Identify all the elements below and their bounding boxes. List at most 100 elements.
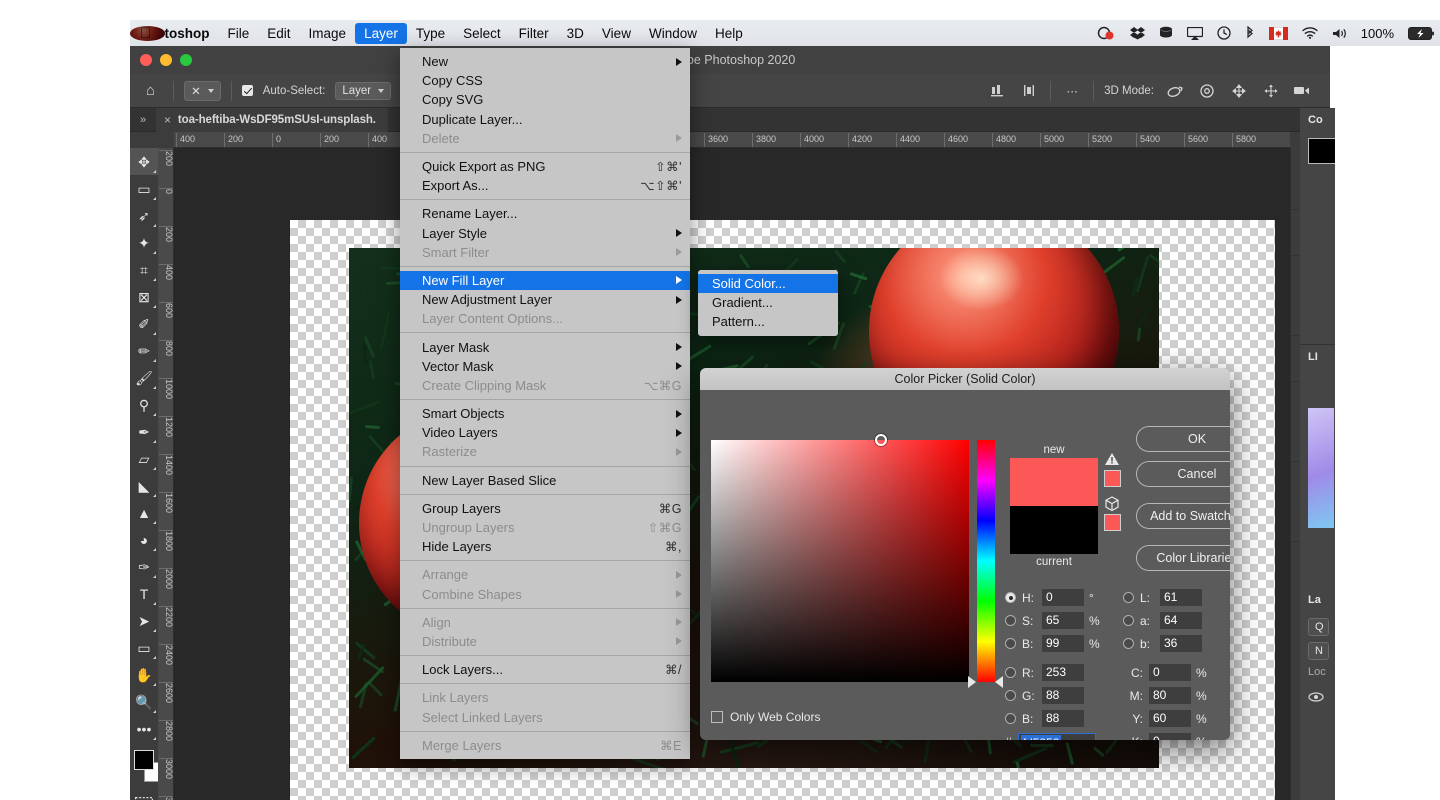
menu-item-copy-css[interactable]: Copy CSS — [400, 71, 690, 90]
more-options-icon[interactable]: ⋯ — [1061, 80, 1083, 102]
macmenu-item-select[interactable]: Select — [454, 23, 510, 44]
radio-lab-a[interactable] — [1123, 615, 1134, 626]
menu-item-new-layer-based-slice[interactable]: New Layer Based Slice — [400, 471, 690, 490]
battery-charging-icon[interactable] — [1408, 27, 1434, 40]
macmenu-item-filter[interactable]: Filter — [510, 23, 558, 44]
field-row-lab-l[interactable]: L:61 — [1123, 586, 1230, 609]
minimize-button[interactable] — [160, 54, 172, 66]
library-thumbnail[interactable] — [1308, 408, 1334, 528]
history-brush-tool-icon[interactable]: ✒ — [130, 418, 158, 445]
field-input[interactable]: 0 — [1149, 664, 1191, 681]
radio-r[interactable] — [1005, 667, 1016, 678]
menu-item-group-layers[interactable]: Group Layers⌘G — [400, 499, 690, 518]
volume-icon[interactable] — [1332, 27, 1347, 40]
menu-item-rename-layer[interactable]: Rename Layer... — [400, 204, 690, 223]
field-row-b[interactable]: B:88 — [1005, 707, 1113, 730]
field-input[interactable]: 99 — [1042, 635, 1084, 652]
zoom-button[interactable] — [180, 54, 192, 66]
hand-tool-icon[interactable]: ✋ — [130, 661, 158, 688]
color-picker-dialog[interactable]: Color Picker (Solid Color) new current — [700, 368, 1230, 740]
menu-item-export-as[interactable]: Export As...⌥⇧⌘' — [400, 176, 690, 195]
healing-brush-tool-icon[interactable]: ✏ — [130, 337, 158, 364]
new-color-swatch[interactable] — [1010, 458, 1098, 506]
clone-stamp-tool-icon[interactable]: ⚲ — [130, 391, 158, 418]
wifi-icon[interactable] — [1302, 27, 1318, 39]
saturation-brightness-field[interactable] — [711, 440, 969, 682]
field-input[interactable]: 0 — [1042, 589, 1084, 606]
eraser-tool-icon[interactable]: ▱ — [130, 445, 158, 472]
zoom-3d-camera-icon[interactable] — [1292, 80, 1314, 102]
align-bottom-icon[interactable] — [986, 80, 1008, 102]
menu-item-quick-export-as-png[interactable]: Quick Export as PNG⇧⌘' — [400, 157, 690, 176]
radio-g[interactable] — [1005, 690, 1016, 701]
macmenu-item-help[interactable]: Help — [706, 23, 752, 44]
apple-icon[interactable]:  — [130, 26, 165, 41]
field-input[interactable]: 65 — [1042, 612, 1084, 629]
macmenu-item-type[interactable]: Type — [407, 23, 454, 44]
frame-tool-icon[interactable]: ⊠ — [130, 283, 158, 310]
slide-3d-icon[interactable] — [1260, 80, 1282, 102]
menu-item-smart-objects[interactable]: Smart Objects — [400, 404, 690, 423]
eyedropper-tool-icon[interactable]: ✐ — [130, 310, 158, 337]
pen-tool-icon[interactable]: ✑ — [130, 553, 158, 580]
macmenu-item-3d[interactable]: 3D — [558, 23, 593, 44]
new-fill-layer-submenu[interactable]: Solid Color...Gradient...Pattern... — [698, 270, 838, 336]
menu-item-new-adjustment-layer[interactable]: New Adjustment Layer — [400, 290, 690, 309]
radio-h[interactable] — [1005, 592, 1016, 603]
gradient-tool-icon[interactable]: ▲ — [130, 499, 158, 526]
auto-select-scope-dropdown[interactable]: Layer — [335, 82, 391, 100]
home-icon[interactable]: ⌂ — [138, 82, 163, 99]
submenu-item-pattern[interactable]: Pattern... — [698, 312, 838, 331]
macmenu-item-edit[interactable]: Edit — [258, 23, 299, 44]
web-safe-warning-icon[interactable] — [1104, 496, 1120, 515]
screen-recording-icon[interactable] — [1097, 26, 1116, 40]
blend-mode-dropdown[interactable]: N — [1308, 642, 1329, 660]
field-row-lab-b[interactable]: b:36 — [1123, 632, 1230, 655]
field-row-b[interactable]: B:99% — [1005, 632, 1113, 655]
align-center-vertical-icon[interactable] — [1018, 80, 1040, 102]
eye-icon[interactable] — [1308, 692, 1335, 705]
marquee-tool-icon[interactable]: ▭ — [130, 175, 158, 202]
menu-item-duplicate-layer[interactable]: Duplicate Layer... — [400, 110, 690, 129]
color-libraries-button[interactable]: Color Libraries — [1136, 545, 1230, 571]
layer-search-field[interactable]: Q — [1308, 618, 1329, 636]
orbit-3d-icon[interactable] — [1164, 80, 1186, 102]
vertical-ruler[interactable]: 2000200400600800100012001400160018002000… — [158, 148, 174, 800]
field-row-y[interactable]: Y:60% — [1123, 707, 1230, 730]
hex-row[interactable]: # fd5858 — [1005, 730, 1113, 740]
color-panel-swatch[interactable] — [1308, 138, 1335, 164]
hex-input[interactable]: fd5858 — [1018, 733, 1096, 741]
submenu-item-solid-color[interactable]: Solid Color... — [698, 274, 838, 293]
backup-icon[interactable] — [1159, 26, 1173, 40]
macmenu-item-file[interactable]: File — [219, 23, 259, 44]
field-input[interactable]: 61 — [1160, 589, 1202, 606]
field-row-m[interactable]: M:80% — [1123, 684, 1230, 707]
foreground-color-swatch[interactable] — [134, 750, 154, 770]
radio-s[interactable] — [1005, 615, 1016, 626]
field-row-lab-a[interactable]: a:64 — [1123, 609, 1230, 632]
menu-item-new[interactable]: New — [400, 52, 690, 71]
web-safe-swatch[interactable] — [1104, 514, 1121, 531]
cancel-button[interactable]: Cancel — [1136, 461, 1230, 487]
menu-item-copy-svg[interactable]: Copy SVG — [400, 90, 690, 109]
field-input[interactable]: 253 — [1042, 664, 1084, 681]
layer-menu[interactable]: NewCopy CSSCopy SVGDuplicate Layer...Del… — [400, 48, 690, 759]
menu-item-layer-style[interactable]: Layer Style — [400, 224, 690, 243]
submenu-item-gradient[interactable]: Gradient... — [698, 293, 838, 312]
field-row-h[interactable]: H:0° — [1005, 586, 1113, 609]
move-tool-icon[interactable]: ✕ — [184, 81, 221, 101]
macmenu-item-window[interactable]: Window — [640, 23, 706, 44]
field-row-g[interactable]: G:88 — [1005, 684, 1113, 707]
menu-item-hide-layers[interactable]: Hide Layers⌘, — [400, 537, 690, 556]
airplay-icon[interactable] — [1187, 27, 1203, 40]
menu-item-new-fill-layer[interactable]: New Fill Layer — [400, 271, 690, 290]
close-icon[interactable]: × — [164, 113, 171, 127]
path-selection-tool-icon[interactable]: ➤ — [130, 607, 158, 634]
time-machine-icon[interactable] — [1217, 26, 1231, 40]
field-row-k[interactable]: K:0% — [1123, 730, 1230, 740]
current-color-swatch[interactable] — [1010, 506, 1098, 554]
hue-slider[interactable] — [977, 440, 995, 682]
field-row-s[interactable]: S:65% — [1005, 609, 1113, 632]
auto-select-checkbox[interactable] — [242, 85, 253, 96]
field-input[interactable]: 0 — [1149, 733, 1191, 740]
